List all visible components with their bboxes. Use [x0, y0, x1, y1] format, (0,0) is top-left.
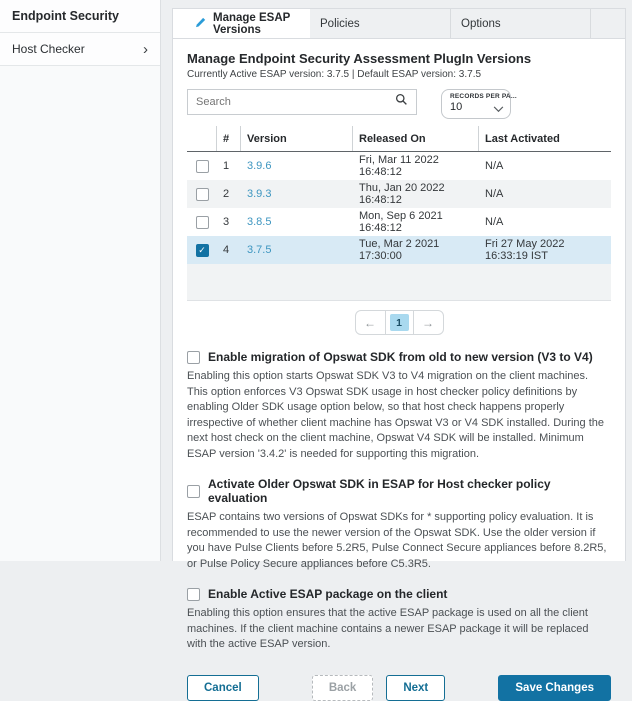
row-number: 3	[223, 216, 230, 228]
table-controls: RECORDS PER PA... 10	[187, 89, 611, 119]
pagination: ← 1 →	[187, 310, 611, 335]
released-on: Thu, Jan 20 2022 16:48:12	[359, 182, 445, 206]
table-header-row: # Version Released On Last Activated	[187, 126, 611, 152]
header-checkbox-column	[187, 126, 217, 151]
option-opswat-migration: ✓ Enable migration of Opswat SDK from ol…	[187, 350, 611, 462]
option-title: Activate Older Opswat SDK in ESAP for Ho…	[208, 477, 551, 505]
table-row: ✓ 4 3.7.5 Tue, Mar 2 2021 17:30:00 Fri 2…	[187, 236, 611, 264]
last-activated: Fri 27 May 2022 16:33:19 IST	[485, 238, 565, 262]
tab-bar: Manage ESAP Versions Policies Options	[173, 9, 625, 39]
tab-label: Manage ESAP Versions	[213, 11, 291, 36]
option-checkbox[interactable]: ✓	[187, 484, 200, 498]
released-on: Fri, Mar 11 2022 16:48:12	[359, 154, 439, 178]
option-checkbox[interactable]: ✓	[187, 350, 200, 364]
records-per-page-select[interactable]: RECORDS PER PA... 10	[441, 89, 517, 119]
option-checkbox[interactable]: ✓	[187, 587, 200, 601]
chevron-right-icon: ›	[143, 40, 148, 58]
option-title: Enable Active ESAP package on the client	[208, 587, 448, 601]
table-row: ✓ 2 3.9.3 Thu, Jan 20 2022 16:48:12 N/A	[187, 180, 611, 208]
last-activated: N/A	[485, 216, 504, 228]
search-box	[187, 89, 417, 115]
tab-label: Options	[461, 17, 501, 30]
version-link[interactable]: 3.8.5	[247, 216, 271, 228]
tab-manage-esap-versions[interactable]: Manage ESAP Versions	[173, 9, 310, 38]
sidebar-item-label: Host Checker	[12, 42, 85, 56]
pagination-page-cell[interactable]: 1	[384, 311, 414, 334]
table-empty-area	[187, 264, 611, 301]
action-buttons: Cancel Back Next Save Changes	[187, 674, 611, 701]
header-last-activated: Last Activated	[485, 132, 560, 145]
esap-versions-table: # Version Released On Last Activated ✓ 1…	[187, 126, 611, 301]
tab-options[interactable]: Options	[451, 9, 591, 38]
version-link[interactable]: 3.9.6	[247, 160, 271, 172]
table-row: ✓ 1 3.9.6 Fri, Mar 11 2022 16:48:12 N/A	[187, 152, 611, 180]
header-number: #	[217, 126, 241, 151]
option-description: Enabling this option ensures that the ac…	[187, 607, 589, 650]
released-on: Tue, Mar 2 2021 17:30:00	[359, 238, 440, 262]
tab-bar-filler	[591, 9, 625, 38]
pagination-next-button[interactable]: →	[414, 311, 443, 334]
save-changes-button[interactable]: Save Changes	[498, 674, 611, 701]
tab-content: Manage Endpoint Security Assessment Plug…	[173, 39, 625, 701]
next-button[interactable]: Next	[386, 674, 446, 701]
version-link[interactable]: 3.7.5	[247, 244, 271, 256]
search-icon	[395, 93, 408, 111]
esap-version-summary: Currently Active ESAP version: 3.7.5 | D…	[187, 69, 482, 80]
last-activated: N/A	[485, 160, 504, 172]
sidebar-item-host-checker[interactable]: Host Checker ›	[0, 33, 160, 66]
option-active-esap-package: ✓ Enable Active ESAP package on the clie…	[187, 587, 611, 653]
option-description: ESAP contains two versions of Opswat SDK…	[187, 511, 607, 570]
chevron-down-icon	[493, 100, 504, 118]
option-older-opswat-sdk: ✓ Activate Older Opswat SDK in ESAP for …	[187, 477, 611, 572]
released-on: Mon, Sep 6 2021 16:48:12	[359, 210, 443, 234]
row-number: 4	[223, 244, 230, 256]
option-description: Enabling this option starts Opswat SDK V…	[187, 370, 604, 460]
option-title: Enable migration of Opswat SDK from old …	[208, 350, 593, 364]
table-row: ✓ 3 3.8.5 Mon, Sep 6 2021 16:48:12 N/A	[187, 208, 611, 236]
sidebar: Endpoint Security Host Checker ›	[0, 0, 161, 561]
page-title: Manage Endpoint Security Assessment Plug…	[187, 51, 532, 66]
cancel-button[interactable]: Cancel	[187, 674, 259, 701]
row-checkbox[interactable]: ✓	[195, 159, 209, 173]
row-checkbox[interactable]: ✓	[195, 187, 209, 201]
header-version: Version	[241, 126, 353, 151]
main-panel: Manage ESAP Versions Policies Options Ma…	[172, 8, 626, 701]
row-number: 2	[223, 188, 230, 200]
records-per-page-label: RECORDS PER PA...	[450, 93, 517, 100]
sidebar-header: Endpoint Security	[0, 0, 160, 33]
header-released-on: Released On	[353, 126, 479, 151]
row-checkbox[interactable]: ✓	[195, 243, 209, 257]
version-link[interactable]: 3.9.3	[247, 188, 271, 200]
pagination-current-page: 1	[389, 314, 409, 331]
row-checkbox[interactable]: ✓	[195, 215, 209, 229]
search-input[interactable]	[196, 96, 395, 108]
table-body: ✓ 1 3.9.6 Fri, Mar 11 2022 16:48:12 N/A …	[187, 152, 611, 264]
tab-label: Policies	[320, 17, 360, 30]
row-number: 1	[223, 160, 230, 172]
back-button[interactable]: Back	[311, 674, 374, 701]
pagination-prev-button[interactable]: ←	[356, 311, 385, 334]
tab-policies[interactable]: Policies	[310, 9, 451, 38]
pencil-icon	[195, 17, 206, 31]
last-activated: N/A	[485, 188, 504, 200]
